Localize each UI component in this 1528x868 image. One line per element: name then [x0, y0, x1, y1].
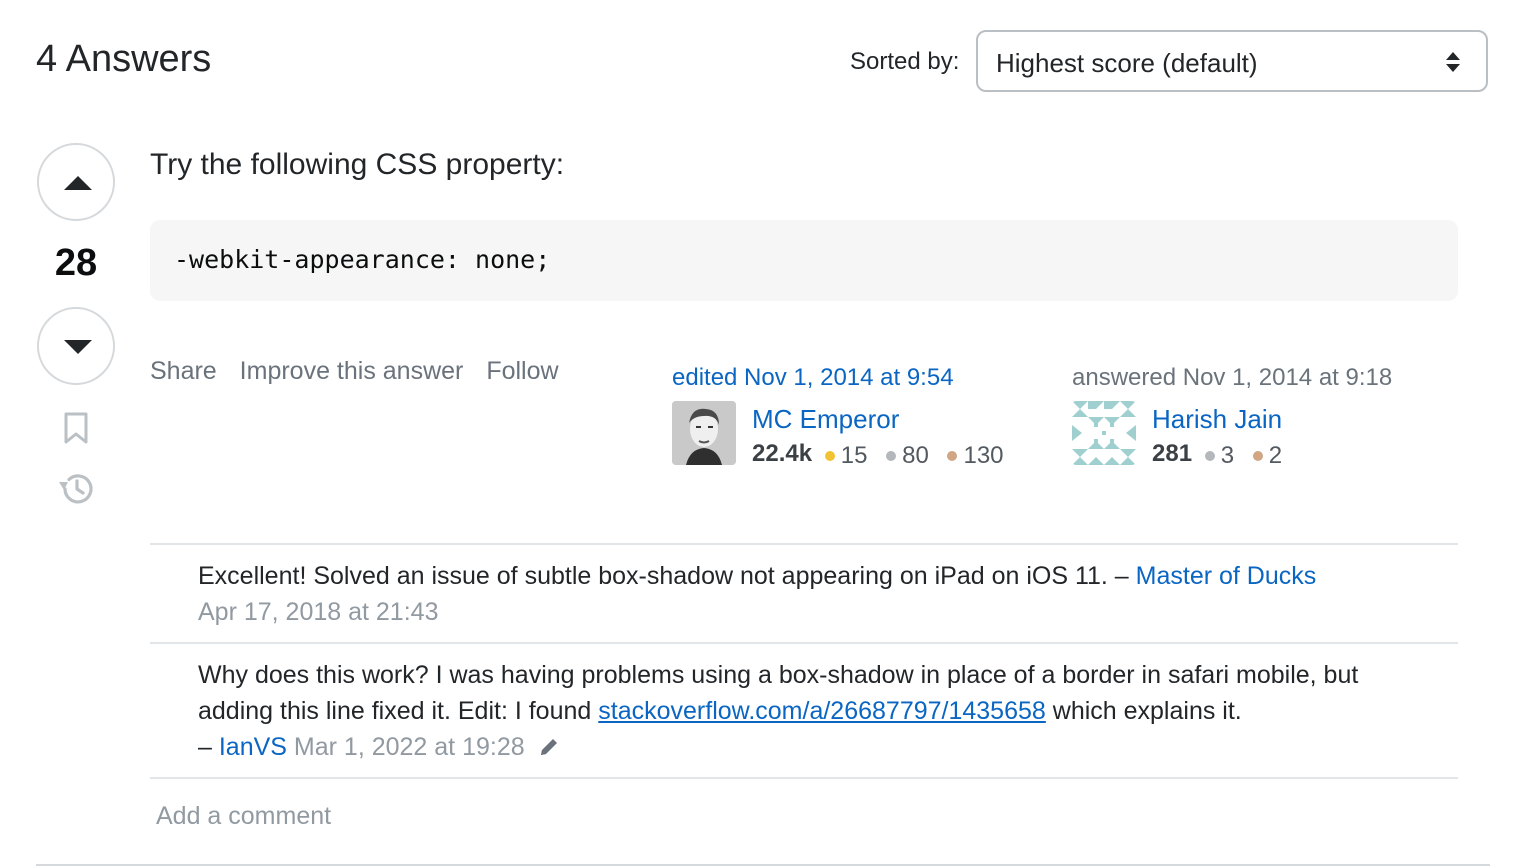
bronze-badge: 2 [1252, 442, 1282, 470]
editor-name-link[interactable]: MC Emperor [752, 404, 899, 435]
sort-select-value: Highest score (default) [996, 48, 1258, 78]
silver-badge: 80 [886, 442, 929, 470]
follow-link[interactable]: Follow [486, 357, 558, 385]
sort-label: Sorted by: [850, 48, 960, 75]
downvote-button[interactable] [37, 307, 115, 385]
comment-divider [150, 543, 1458, 545]
code-block: -webkit-appearance: none; [150, 220, 1458, 301]
edited-timestamp-link[interactable]: edited Nov 1, 2014 at 9:54 [672, 364, 954, 392]
comment-inline-link[interactable]: stackoverflow.com/a/26687797/1435658 [598, 697, 1046, 725]
answerer-name-link[interactable]: Harish Jain [1152, 404, 1282, 435]
post-menu: Share Improve this answer Follow [150, 357, 575, 386]
editor-reputation: 22.4k 15 80 130 [752, 440, 1016, 470]
caret-up-icon [64, 176, 92, 190]
reputation-score: 22.4k [752, 440, 813, 467]
reputation-score: 281 [1152, 440, 1193, 467]
comment-author-link[interactable]: IanVS [219, 733, 287, 761]
comment-date-link[interactable]: Apr 17, 2018 at 21:43 [198, 598, 438, 626]
answered-timestamp: answered Nov 1, 2014 at 9:18 [1072, 364, 1393, 391]
gold-badge: 15 [824, 442, 867, 470]
share-link[interactable]: Share [150, 357, 217, 385]
comment-dash: – [198, 733, 212, 761]
comment-date-link[interactable]: Mar 1, 2022 at 19:28 [294, 733, 525, 761]
history-button[interactable] [56, 470, 96, 513]
add-comment-link[interactable]: Add a comment [156, 802, 331, 831]
answerer-avatar[interactable] [1072, 401, 1136, 465]
vote-count: 28 [54, 242, 98, 284]
silver-badge: 3 [1204, 442, 1234, 470]
comment-item: Excellent! Solved an issue of subtle box… [198, 558, 1438, 630]
comment-divider [150, 777, 1458, 779]
bookmark-icon [64, 412, 88, 444]
history-icon [59, 474, 93, 504]
sort-select[interactable]: Highest score (default) [976, 30, 1488, 92]
bronze-badge: 130 [947, 442, 1004, 470]
code-snippet: -webkit-appearance: none; [174, 245, 551, 274]
comment-divider [150, 642, 1458, 644]
editor-avatar[interactable] [672, 401, 736, 465]
pencil-icon[interactable] [538, 736, 560, 758]
improve-answer-link[interactable]: Improve this answer [240, 357, 464, 385]
comment-text-tail: which explains it. [1052, 697, 1242, 725]
answerer-reputation: 281 3 2 [1152, 440, 1294, 470]
comment-text: Excellent! Solved an issue of subtle box… [198, 562, 1129, 590]
sort-arrows-icon [1444, 50, 1462, 74]
answers-count-heading: 4 Answers [36, 38, 212, 80]
comment-author-link[interactable]: Master of Ducks [1136, 562, 1317, 590]
bookmark-button[interactable] [62, 411, 90, 450]
comment-item: Why does this work? I was having problem… [198, 657, 1438, 765]
answer-body-text: Try the following CSS property: [150, 148, 565, 181]
caret-down-icon [64, 340, 92, 354]
upvote-button[interactable] [37, 143, 115, 221]
answer-bottom-divider [36, 864, 1490, 866]
